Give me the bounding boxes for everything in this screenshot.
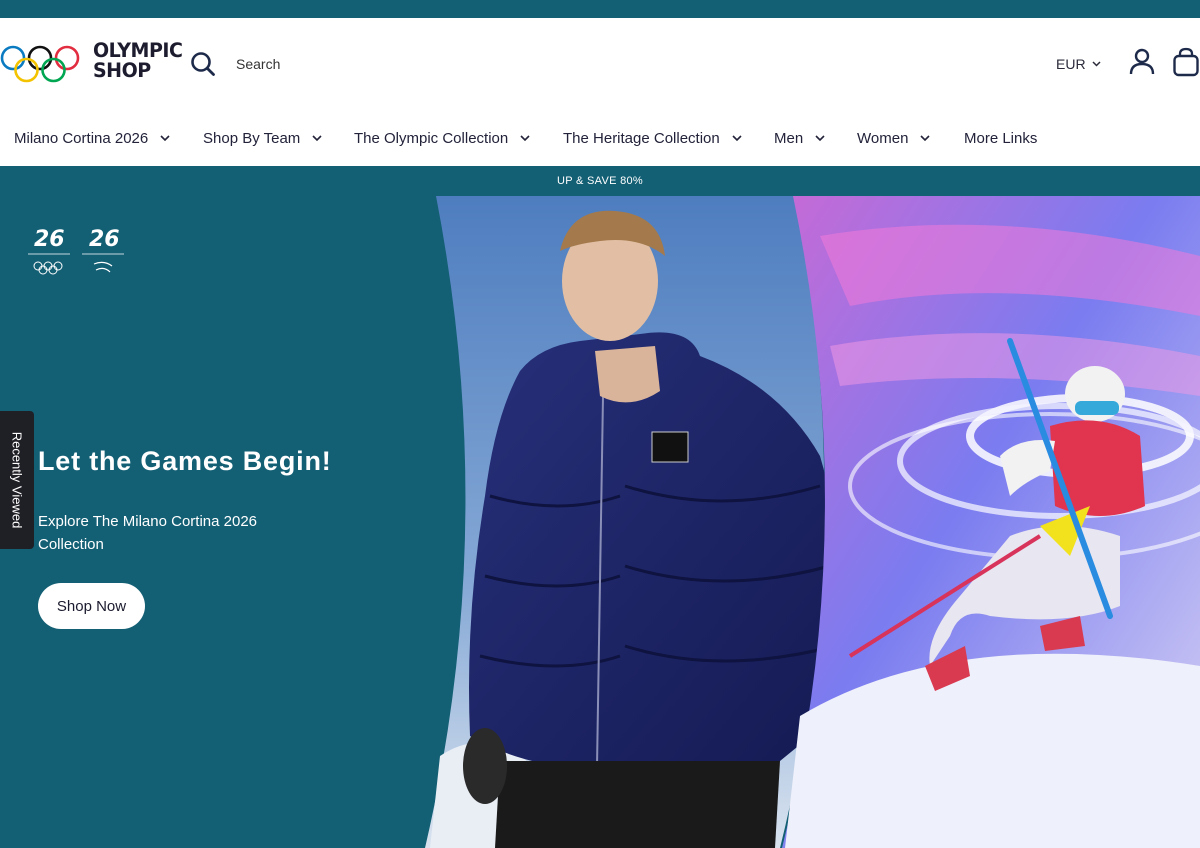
- nav-item-men[interactable]: Men: [774, 130, 825, 147]
- nav-item-women[interactable]: Women: [857, 130, 930, 147]
- nav-item-shop-by-team[interactable]: Shop By Team: [203, 130, 322, 147]
- nav-item-milano-cortina[interactable]: Milano Cortina 2026: [14, 130, 170, 147]
- chevron-down-icon: [520, 135, 530, 142]
- svg-text:26: 26: [89, 227, 120, 252]
- hero-title: Let the Games Begin!: [38, 446, 332, 476]
- search-placeholder: Search: [236, 56, 281, 72]
- chevron-down-icon: [732, 135, 742, 142]
- top-bar: [0, 0, 1200, 18]
- chevron-down-icon: [815, 135, 825, 142]
- nav-item-olympic-collection[interactable]: The Olympic Collection: [354, 130, 530, 147]
- currency-label: EUR: [1056, 56, 1086, 72]
- nav-item-label: Men: [774, 130, 804, 147]
- nav-item-label: Women: [857, 130, 909, 147]
- nav-item-label: The Olympic Collection: [354, 130, 509, 147]
- chevron-down-icon: [312, 135, 322, 142]
- recently-viewed-label: Recently Viewed: [9, 431, 25, 529]
- nav-item-label: More Links: [964, 130, 1038, 147]
- chevron-down-icon: [920, 135, 930, 142]
- olympic-rings-icon: [0, 45, 80, 83]
- cart-icon[interactable]: [1172, 47, 1200, 77]
- chevron-down-icon: [160, 135, 170, 142]
- shop-now-button[interactable]: Shop Now: [38, 583, 145, 629]
- nav-item-label: The Heritage Collection: [563, 130, 720, 147]
- search-bar[interactable]: Search: [190, 50, 280, 78]
- nav-item-label: Shop By Team: [203, 130, 301, 147]
- svg-text:26: 26: [34, 227, 65, 252]
- nav-item-more-links[interactable]: More Links: [964, 130, 1037, 147]
- logo-line-2: SHOP: [93, 58, 151, 82]
- logo-text: OLYMPIC SHOP: [93, 41, 183, 82]
- milano-cortina-emblems: 26 26: [28, 227, 124, 275]
- nav-item-heritage-collection[interactable]: The Heritage Collection: [563, 130, 742, 147]
- currency-selector[interactable]: EUR: [1056, 56, 1101, 72]
- hero-subtitle: Explore The Milano Cortina 2026 Collecti…: [38, 513, 258, 553]
- promo-text[interactable]: UP & SAVE 80%: [0, 175, 1200, 187]
- chevron-down-icon: [1092, 61, 1101, 67]
- search-icon: [191, 52, 215, 76]
- nav-item-label: Milano Cortina 2026: [14, 130, 149, 147]
- account-icon[interactable]: [1129, 48, 1155, 76]
